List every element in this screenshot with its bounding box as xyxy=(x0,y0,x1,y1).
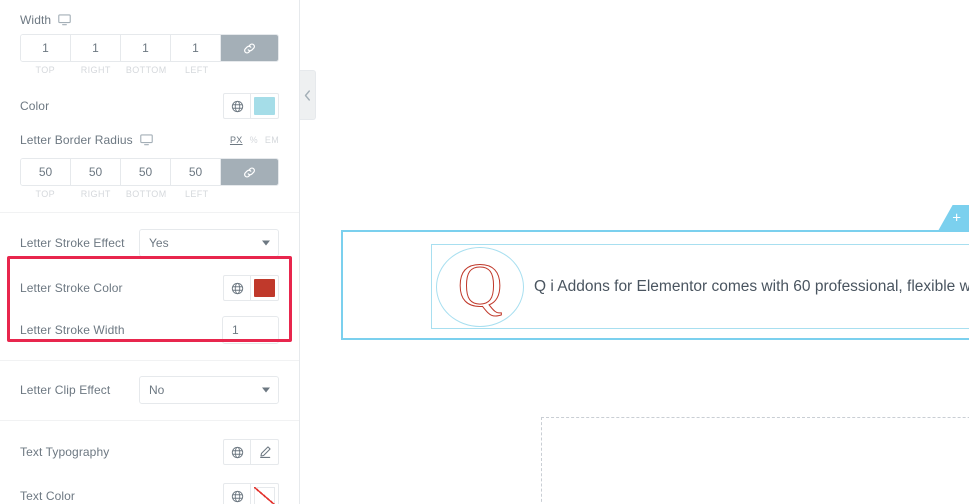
dropcap-widget[interactable]: Q Q i Addons for Elementor comes with 60… xyxy=(431,244,969,329)
divider-1 xyxy=(0,212,299,213)
unit-percent[interactable]: % xyxy=(250,135,258,145)
width-sublabel-spacer xyxy=(222,65,279,75)
width-sublabel-bottom: BOTTOM xyxy=(125,65,167,75)
monitor-icon[interactable] xyxy=(139,134,153,146)
empty-section-dropzone[interactable] xyxy=(541,417,969,504)
settings-panel: Width 1 1 1 1 TOP RIGHT BOTTOM LEFT Colo… xyxy=(0,0,300,504)
letter-clip-effect-select[interactable]: No Yes xyxy=(139,375,279,404)
radius-sublabel-spacer xyxy=(222,189,279,199)
letter-stroke-effect-label: Letter Stroke Effect xyxy=(20,235,125,250)
radius-right-input[interactable]: 50 xyxy=(71,159,121,185)
width-right-input[interactable]: 1 xyxy=(71,35,121,61)
dropcap-body-text: Q i Addons for Elementor comes with 60 p… xyxy=(534,278,969,295)
text-color-swatch-none xyxy=(254,487,275,504)
text-typography-label: Text Typography xyxy=(20,445,110,459)
text-color-swatch[interactable] xyxy=(251,483,279,504)
letter-stroke-width-input[interactable] xyxy=(222,316,279,344)
add-section-tab[interactable]: + xyxy=(938,205,969,230)
control-row-text-color: Text Color xyxy=(0,478,299,504)
text-typography-globe-icon[interactable] xyxy=(223,439,251,465)
color-swatch-fill xyxy=(254,97,275,115)
letter-stroke-width-label: Letter Stroke Width xyxy=(20,323,125,337)
text-typography-control xyxy=(223,439,279,465)
chevron-left-icon xyxy=(304,89,310,101)
radius-sublabel-bottom: BOTTOM xyxy=(125,189,167,199)
width-dimensions: 1 1 1 1 TOP RIGHT BOTTOM LEFT xyxy=(0,34,299,75)
letter-border-radius-label-text: Letter Border Radius xyxy=(20,133,133,147)
color-swatch[interactable] xyxy=(251,93,279,119)
control-row-letter-border-radius: Letter Border Radius PX % EM xyxy=(0,125,299,155)
control-row-letter-stroke-color: Letter Stroke Color xyxy=(0,271,299,305)
width-link-icon[interactable] xyxy=(221,35,278,61)
divider-2 xyxy=(0,360,299,361)
color-control xyxy=(223,93,279,119)
color-globe-icon[interactable] xyxy=(223,93,251,119)
control-row-text-typography: Text Typography xyxy=(0,434,299,470)
dropcap-letter-q-glyph: Q xyxy=(457,256,503,318)
width-left-input[interactable]: 1 xyxy=(171,35,221,61)
radius-sublabel-left: LEFT xyxy=(184,189,209,199)
letter-clip-effect-label: Letter Clip Effect xyxy=(20,382,111,397)
control-row-color: Color xyxy=(0,87,299,125)
text-color-label: Text Color xyxy=(20,489,76,503)
radius-sublabel-top: TOP xyxy=(35,189,56,199)
letter-border-radius-units: PX % EM xyxy=(230,135,279,145)
dropcap-letter-circle: Q xyxy=(436,246,524,327)
monitor-icon[interactable] xyxy=(58,14,71,26)
radius-link-icon[interactable] xyxy=(221,159,278,185)
letter-stroke-color-swatch-fill xyxy=(254,279,275,297)
radius-bottom-input[interactable]: 50 xyxy=(121,159,171,185)
width-sublabel-top: TOP xyxy=(35,65,56,75)
letter-stroke-color-swatch[interactable] xyxy=(251,275,279,301)
section-container[interactable]: Q Q i Addons for Elementor comes with 60… xyxy=(341,230,969,340)
plus-icon: + xyxy=(952,209,961,226)
letter-stroke-effect-select-wrap: Yes No xyxy=(139,228,279,257)
radius-sublabel-right: RIGHT xyxy=(80,189,111,199)
unit-px[interactable]: PX xyxy=(230,135,243,145)
width-sublabel-left: LEFT xyxy=(184,65,209,75)
width-sublabel-right: RIGHT xyxy=(80,65,111,75)
letter-border-radius-dimensions: 50 50 50 50 TOP RIGHT BOTTOM LEFT xyxy=(0,158,299,199)
letter-border-radius-inputs: 50 50 50 50 xyxy=(20,158,279,186)
letter-border-radius-label: Letter Border Radius xyxy=(20,133,153,147)
width-dimension-inputs: 1 1 1 1 xyxy=(20,34,279,62)
control-row-letter-stroke-effect: Letter Stroke Effect Yes No xyxy=(0,226,299,259)
width-bottom-input[interactable]: 1 xyxy=(121,35,171,61)
width-top-input[interactable]: 1 xyxy=(21,35,71,61)
unit-em[interactable]: EM xyxy=(265,135,279,145)
letter-border-radius-labels: TOP RIGHT BOTTOM LEFT xyxy=(20,189,279,199)
radius-left-input[interactable]: 50 xyxy=(171,159,221,185)
divider-3 xyxy=(0,420,299,421)
letter-clip-effect-select-wrap: No Yes xyxy=(139,375,279,404)
width-label-text: Width xyxy=(20,13,52,27)
text-color-control xyxy=(223,483,279,504)
letter-stroke-effect-select[interactable]: Yes No xyxy=(139,228,279,257)
color-label: Color xyxy=(20,99,50,113)
panel-collapse-handle[interactable] xyxy=(300,70,316,120)
control-row-letter-clip-effect: Letter Clip Effect No Yes xyxy=(0,373,299,406)
text-color-globe-icon[interactable] xyxy=(223,483,251,504)
control-row-letter-stroke-width: Letter Stroke Width xyxy=(0,313,299,347)
letter-stroke-color-label: Letter Stroke Color xyxy=(20,281,123,295)
pencil-icon[interactable] xyxy=(251,439,279,465)
width-label: Width xyxy=(20,13,71,27)
svg-text:Q: Q xyxy=(458,256,503,318)
letter-stroke-color-globe-icon[interactable] xyxy=(223,275,251,301)
control-row-width: Width xyxy=(0,0,299,34)
radius-top-input[interactable]: 50 xyxy=(21,159,71,185)
letter-stroke-color-control xyxy=(223,275,279,301)
width-dimension-labels: TOP RIGHT BOTTOM LEFT xyxy=(20,65,279,75)
editor-canvas: + Q Q i Addons for Elementor comes with … xyxy=(301,0,969,504)
